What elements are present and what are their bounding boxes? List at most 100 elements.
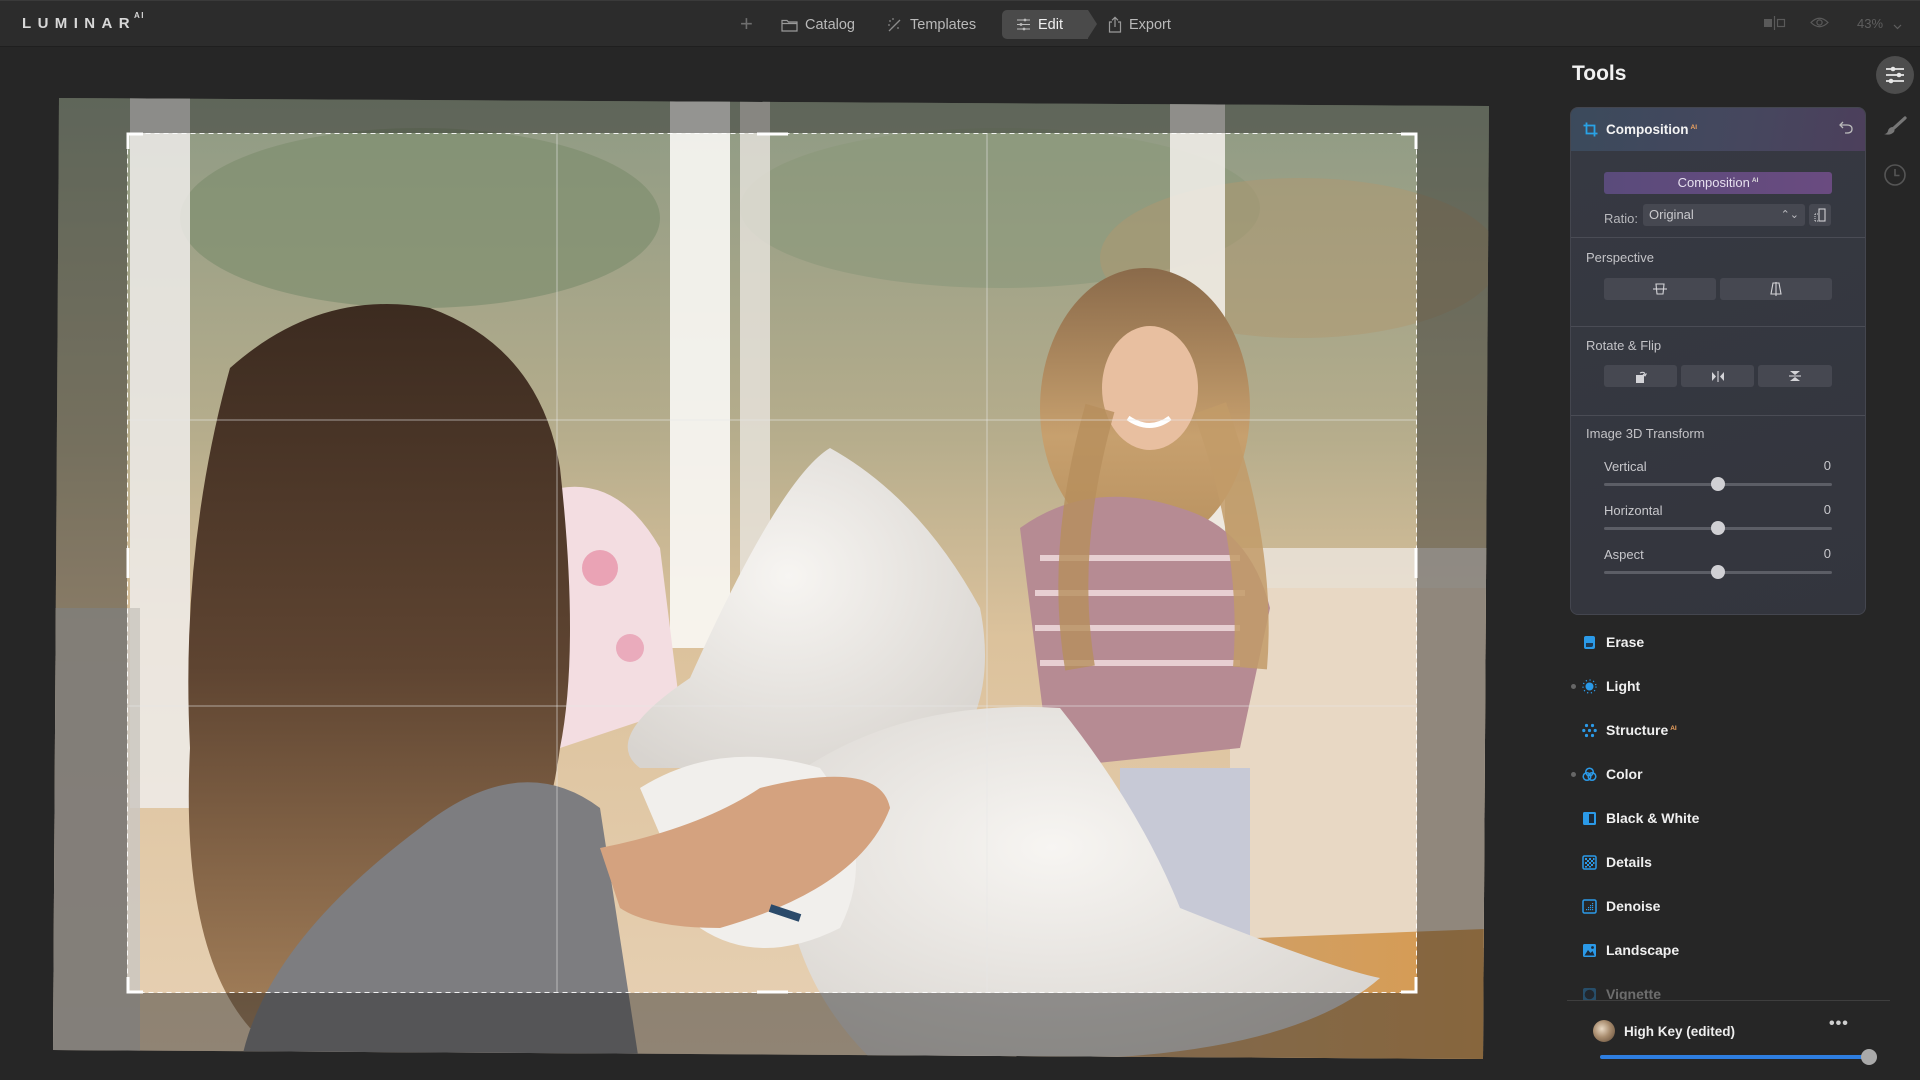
tool-label: Denoise — [1606, 898, 1661, 914]
preset-bar: High Key (edited) ••• — [1567, 1000, 1890, 1080]
crop-icon — [1583, 122, 1598, 137]
perspective-vertical-button[interactable] — [1720, 278, 1832, 300]
modified-indicator — [1571, 772, 1576, 777]
tools-panel: Tools Composition AI Composition AI Ratio:… — [1545, 48, 1875, 1080]
tool-color[interactable]: Color — [1570, 752, 1866, 796]
slider-value: 0 — [1823, 546, 1831, 561]
zoom-level[interactable]: 43% — [1857, 16, 1883, 31]
perspective-horizontal-icon — [1653, 283, 1667, 295]
tool-label: Erase — [1606, 634, 1645, 650]
tool-black-white[interactable]: Black & White — [1570, 796, 1866, 840]
perspective-section: Perspective — [1571, 237, 1865, 326]
composition-ai-section: Composition AI Ratio: Original ⌃⌄ — [1571, 151, 1865, 226]
tool-label: Black & White — [1606, 810, 1700, 826]
tools-tab-button[interactable] — [1876, 56, 1914, 94]
denoise-icon — [1582, 898, 1597, 914]
tool-details[interactable]: Details — [1570, 840, 1866, 884]
ratio-select[interactable]: Original ⌃⌄ — [1643, 204, 1805, 226]
tool-erase[interactable]: Erase — [1570, 620, 1866, 664]
transform-label: Image 3D Transform — [1586, 426, 1705, 441]
adjustments-icon — [1886, 66, 1904, 84]
ratio-label: Ratio: — [1604, 211, 1638, 226]
reset-button[interactable] — [1839, 121, 1853, 139]
slider-thumb[interactable] — [1711, 477, 1725, 491]
tab-edit[interactable]: Edit — [1002, 10, 1097, 39]
tab-catalog[interactable]: Catalog — [781, 10, 855, 39]
more-icon: ••• — [1829, 1015, 1849, 1032]
slider-thumb[interactable] — [1711, 521, 1725, 535]
flip-vertical-button[interactable] — [1758, 365, 1832, 387]
structure-icon — [1582, 723, 1597, 737]
orientation-icon — [1814, 208, 1826, 222]
image-canvas[interactable] — [0, 48, 1540, 1080]
tab-edit-label: Edit — [1038, 16, 1063, 33]
horizontal-slider[interactable]: Horizontal 0 — [1604, 502, 1832, 535]
composition-ai-button[interactable]: Composition AI — [1604, 172, 1832, 194]
tab-export-label: Export — [1129, 16, 1171, 33]
tab-templates-label: Templates — [910, 16, 977, 33]
flip-horizontal-button[interactable] — [1681, 365, 1754, 387]
chevron-down-icon — [1893, 24, 1902, 30]
tool-denoise[interactable]: Denoise — [1570, 884, 1866, 928]
flip-vertical-icon — [1789, 371, 1801, 381]
composition-title: Composition AI — [1606, 122, 1697, 137]
rotate-icon — [1635, 371, 1647, 383]
landscape-icon — [1583, 943, 1596, 957]
preset-name: High Key (edited) — [1624, 1024, 1736, 1039]
add-photos-button[interactable]: + — [740, 9, 753, 38]
preview-eye-button[interactable] — [1810, 16, 1829, 34]
preset-amount-track[interactable] — [1600, 1055, 1869, 1059]
more-options-button[interactable]: ••• — [1829, 1015, 1849, 1033]
perspective-horizontal-button[interactable] — [1604, 278, 1716, 300]
compare-button[interactable] — [1763, 16, 1787, 35]
perspective-vertical-icon — [1770, 282, 1782, 296]
panel-title: Tools — [1572, 62, 1627, 85]
preset-thumbnail[interactable] — [1593, 1020, 1615, 1042]
perspective-label: Perspective — [1586, 250, 1654, 265]
vertical-slider[interactable]: Vertical 0 — [1604, 458, 1832, 491]
rotate-flip-label: Rotate & Flip — [1586, 338, 1662, 353]
erase-icon — [1584, 635, 1595, 649]
tool-light[interactable]: Light — [1570, 664, 1866, 708]
folder-icon — [781, 19, 798, 32]
undo-icon — [1839, 121, 1853, 134]
modified-indicator — [1571, 684, 1576, 689]
photo — [53, 98, 1489, 1059]
history-button[interactable] — [1876, 156, 1914, 194]
rotate-button[interactable] — [1604, 365, 1677, 387]
flip-horizontal-icon — [1711, 370, 1724, 382]
rotate-flip-section: Rotate & Flip — [1571, 326, 1865, 415]
top-bar: LUMINARAI + Catalog Templates Edit Expor… — [0, 0, 1920, 47]
tab-catalog-label: Catalog — [805, 16, 855, 33]
composition-card: Composition AI Composition AI Ratio: Origi… — [1570, 107, 1866, 615]
share-icon — [1108, 16, 1122, 33]
slider-label: Vertical — [1604, 459, 1647, 474]
tab-export[interactable]: Export — [1108, 10, 1171, 39]
tool-structure[interactable]: Structure AI — [1570, 708, 1866, 752]
tool-landscape[interactable]: Landscape — [1570, 928, 1866, 972]
sliders-icon — [1017, 18, 1030, 31]
tool-label: Structure AI — [1606, 722, 1677, 738]
slider-label: Aspect — [1604, 547, 1644, 562]
tab-templates[interactable]: Templates — [887, 10, 976, 39]
slider-value: 0 — [1823, 458, 1831, 473]
tool-label: Color — [1606, 766, 1643, 782]
black-white-icon — [1583, 811, 1596, 825]
tool-label: Landscape — [1606, 942, 1680, 958]
slider-value: 0 — [1823, 502, 1831, 517]
masking-brush-button[interactable] — [1876, 107, 1914, 145]
composition-header[interactable]: Composition AI — [1571, 108, 1865, 151]
app-logo: LUMINARAI — [22, 11, 145, 32]
preset-amount-thumb[interactable] — [1861, 1049, 1877, 1065]
clock-icon — [1884, 164, 1906, 186]
eye-icon — [1810, 17, 1829, 28]
aspect-slider[interactable]: Aspect 0 — [1604, 546, 1832, 579]
zoom-dropdown[interactable] — [1893, 17, 1902, 35]
orientation-button[interactable] — [1809, 204, 1831, 226]
magic-wand-icon — [888, 17, 901, 31]
slider-thumb[interactable] — [1711, 565, 1725, 579]
compare-icon — [1764, 16, 1786, 30]
details-icon — [1582, 854, 1597, 870]
tool-label: Details — [1606, 854, 1652, 870]
image-3d-transform-section: Image 3D Transform Vertical 0 Horizontal… — [1571, 415, 1865, 605]
